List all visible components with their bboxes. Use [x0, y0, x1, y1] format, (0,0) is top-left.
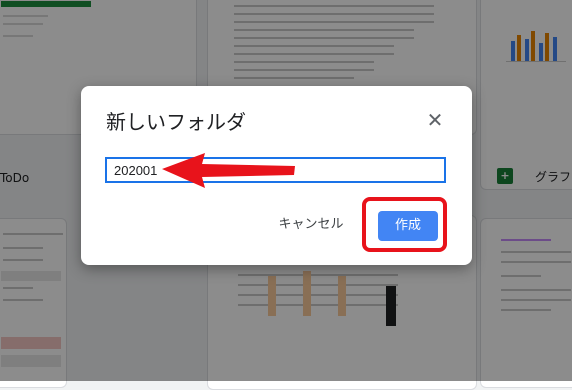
arrow-shape	[162, 153, 295, 188]
annotation-arrow	[162, 153, 295, 188]
